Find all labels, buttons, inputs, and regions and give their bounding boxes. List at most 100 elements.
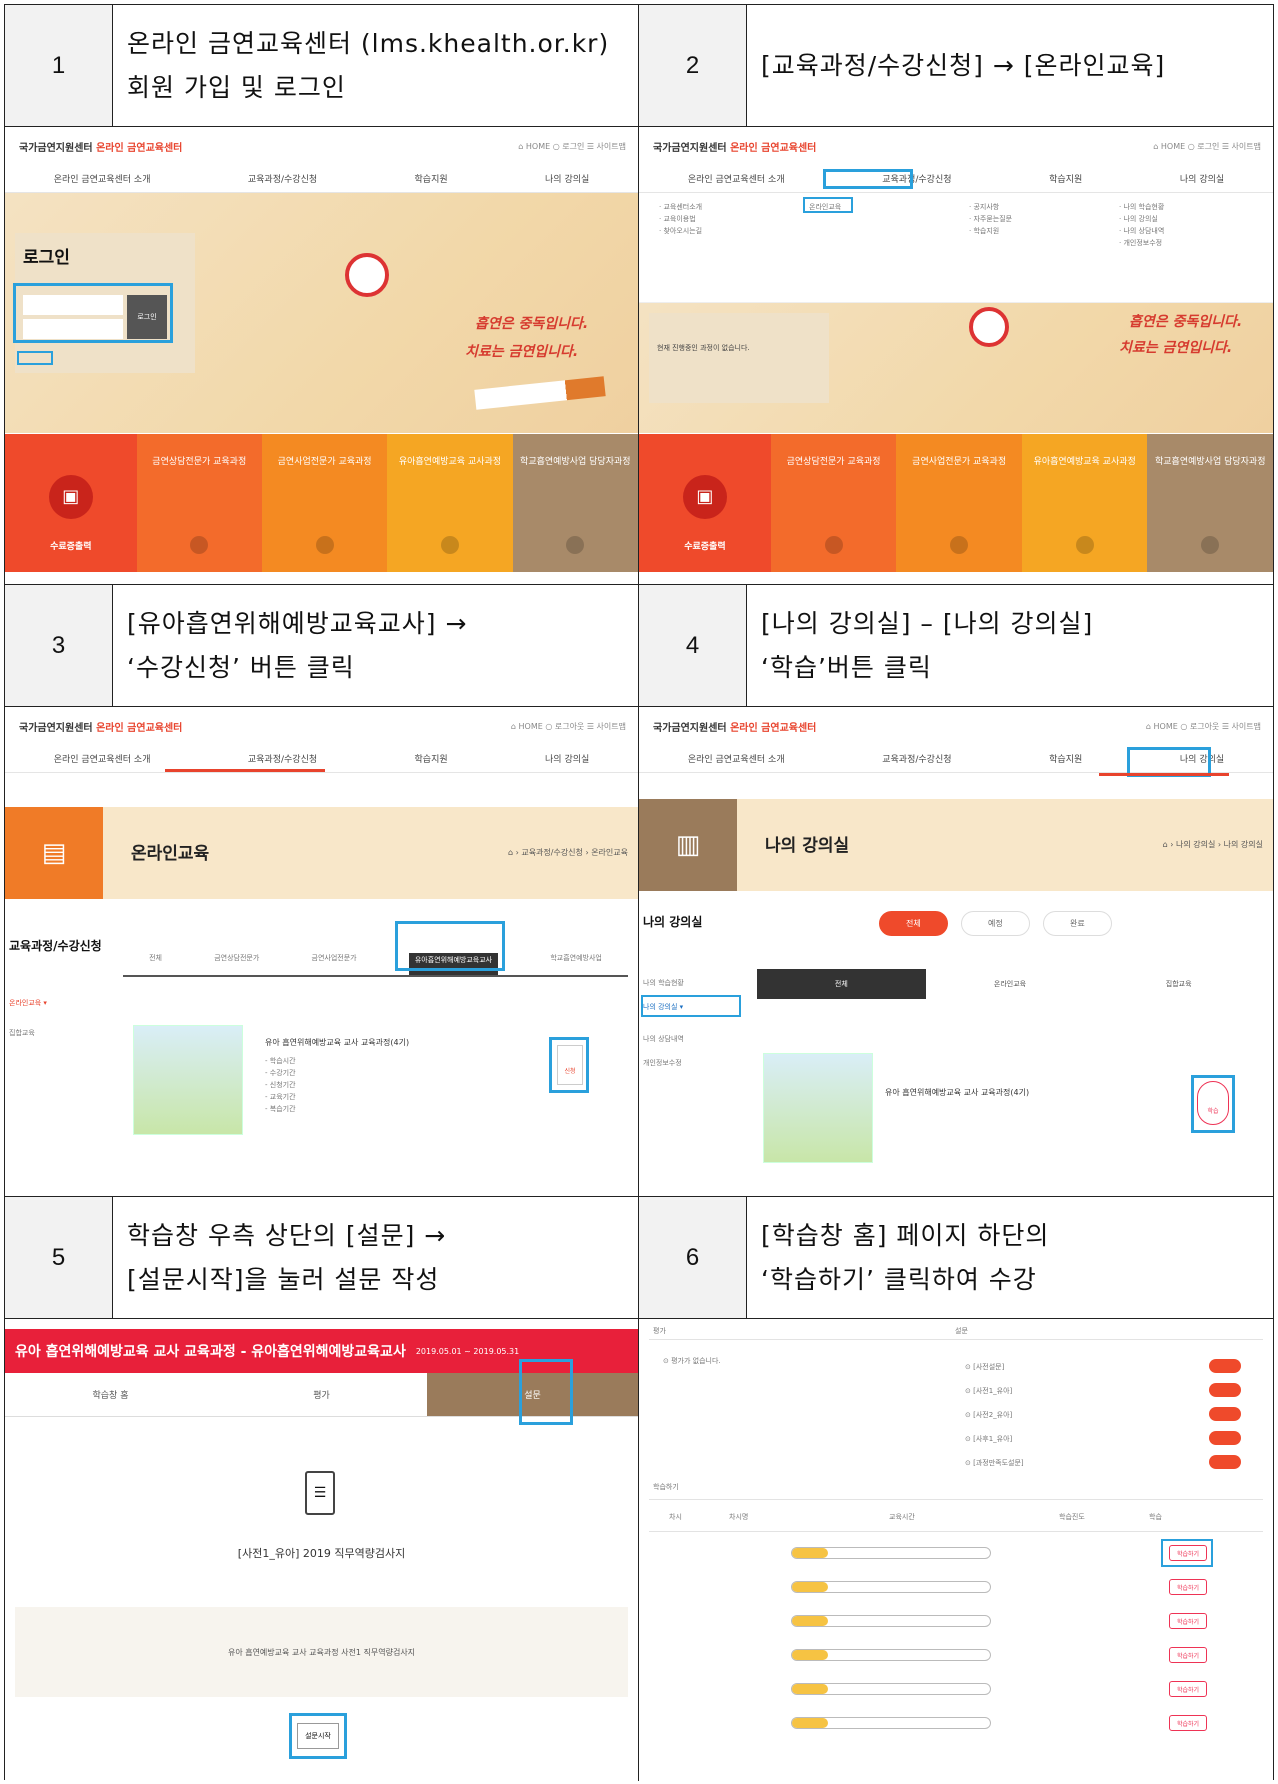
dropdown-menu: · 교육센터소개 · 교육이용법 · 찾아오시는길 온라인교육 · 공지사항 · 자주… (639, 193, 1273, 303)
nav-item[interactable]: 온라인 금연교육센터 소개 (688, 172, 785, 185)
page-title: 온라인교육 (131, 844, 210, 864)
highlight-box (17, 351, 53, 365)
highlight-box (641, 995, 741, 1017)
document-icon: ▤ (5, 807, 103, 899)
step-text-line1: 학습창 우측 상단의 [설문] → (127, 1220, 447, 1250)
category-tabs: 전체 금연상담전문가 금연사업전문가 유아흡연위해예방교육교사 학교흡연예방사업 (123, 953, 628, 977)
page-title: 나의 강의실 (765, 836, 850, 856)
step-text-line2: ‘수강신청’ 버튼 클릭 (127, 652, 355, 682)
screenshot-step-2: 국가금연지원센터 온라인 금연교육센터 ⌂ HOME ○ 로그인 ☰ 사이트맵 … (639, 127, 1273, 584)
screenshot-row-3: 유아 흡연위해예방교육 교사 교육과정 - 유아흡연위해예방교육교사 2019.… (5, 1319, 1273, 1781)
course-tile[interactable]: 금연상담전문가 교육과정 (770, 434, 897, 572)
page-title-bar: ▥ 나의 강의실 ⌂ › 나의 강의실 › 나의 강의실 (639, 799, 1273, 891)
room-tabs: 전체 온라인교육 집합교육 (757, 969, 1263, 999)
site-logo: 국가금연지원센터 온라인 금연교육센터 (653, 722, 817, 734)
tab-home[interactable]: 학습창 홈 (5, 1373, 216, 1416)
slogan: 흡연은 중독입니다. (475, 316, 589, 332)
screenshot-step-4: 국가금연지원센터 온라인 금연교육센터 ⌂ HOME ○ 로그아웃 ☰ 사이트맵… (639, 707, 1273, 1196)
learn-button[interactable]: 학습하기 (1169, 1579, 1207, 1595)
highlight-box (13, 283, 173, 343)
screenshot-step-5: 유아 흡연위해예방교육 교사 교육과정 - 유아흡연위해예방교육교사 2019.… (5, 1319, 639, 1781)
nav-item[interactable]: 학습지원 (1049, 172, 1082, 185)
step-text-line2: ‘학습’버튼 클릭 (761, 652, 932, 682)
course-tile[interactable]: 금연상담전문가 교육과정 (136, 434, 262, 572)
login-title: 로그인 (23, 248, 70, 268)
clipboard-icon: ☰ (305, 1471, 335, 1515)
learn-button[interactable]: 학습하기 (1169, 1613, 1207, 1629)
certificate-tile[interactable]: ▣ 수료증출력 (5, 434, 137, 572)
nav-item[interactable]: 나의 강의실 (545, 172, 589, 185)
course-tile[interactable]: 유아흡연예방교육 교사과정 (1021, 434, 1148, 572)
step-text-line2: ‘학습하기’ 클릭하여 수강 (761, 1264, 1037, 1294)
course-tile[interactable]: 금연사업전문가 교육과정 (261, 434, 388, 572)
tab-evaluation[interactable]: 평가 (216, 1373, 427, 1416)
course-dates: 2019.05.01 ~ 2019.05.31 (415, 1346, 520, 1356)
screenshot-step-6: 평가 설문 ⊙ 평가가 없습니다. ⊙ [사전설문] ⊙ [사전1_유아] ⊙ [사… (639, 1319, 1273, 1781)
course-tile[interactable]: 금연사업전문가 교육과정 (896, 434, 1022, 572)
screenshot-step-3: 국가금연지원센터 온라인 금연교육센터 ⌂ HOME ○ 로그아웃 ☰ 사이트맵… (5, 707, 639, 1196)
step-number: 1 (5, 5, 113, 126)
highlight-box (823, 169, 913, 189)
slogan: 치료는 금연입니다. (465, 344, 579, 360)
step-text-line1: [학습창 홈] 페이지 하단의 (761, 1220, 1050, 1250)
apply-button[interactable]: 신청 (557, 1045, 583, 1085)
nav-item[interactable]: 학습지원 (1049, 752, 1082, 765)
course-thumbnail (763, 1053, 873, 1163)
step-5-header: 5 학습창 우측 상단의 [설문] → [설문시작]을 눌러 설문 작성 (5, 1197, 639, 1318)
step-3-header: 3 [유아흡연위해예방교육교사] → ‘수강신청’ 버튼 클릭 (5, 585, 639, 706)
step-number: 4 (639, 585, 747, 706)
main-banner: 현재 진행중인 과정이 없습니다. 흡연은 중독입니다. 치료는 금연입니다. (639, 303, 1273, 433)
course-title: 유아 흡연위해예방교육 교사 교육과정(4기) (265, 1038, 410, 1047)
screenshot-row-2: 국가금연지원센터 온라인 금연교육센터 ⌂ HOME ○ 로그아웃 ☰ 사이트맵… (5, 707, 1273, 1197)
nav-item[interactable]: 교육과정/수강신청 (882, 752, 951, 765)
survey-description: 유아 흡연예방교육 교사 교육과정 사전1 직무역량검사지 (15, 1607, 628, 1697)
course-title: 유아 흡연위해예방교육 교사 교육과정(4기) (885, 1088, 1030, 1097)
nav-item[interactable]: 온라인 금연교육센터 소개 (54, 752, 151, 765)
slogan: 치료는 금연입니다. (1119, 340, 1233, 356)
step-6-header: 6 [학습창 홈] 페이지 하단의 ‘학습하기’ 클릭하여 수강 (639, 1197, 1273, 1318)
learn-button[interactable]: 학습하기 (1169, 1681, 1207, 1697)
side-menu-title: 교육과정/수강신청 (9, 939, 102, 953)
nav-item[interactable]: 학습지원 (415, 752, 448, 765)
site-nav: 온라인 금연교육센터 소개 교육과정/수강신청 학습지원 나의 강의실 (5, 165, 638, 193)
no-smoking-icon (969, 307, 1009, 347)
step-number: 2 (639, 5, 747, 126)
slogan: 흡연은 중독입니다. (1129, 314, 1243, 330)
learn-button[interactable]: 학습하기 (1169, 1715, 1207, 1731)
certificate-icon: ▣ (48, 474, 93, 519)
step-text-line2: [설문시작]을 눌러 설문 작성 (127, 1264, 440, 1294)
course-tile[interactable]: 학교흡연예방사업 담당자과정 (512, 434, 638, 572)
certificate-tile[interactable]: ▣ 수료증출력 (639, 434, 771, 572)
nav-item[interactable]: 나의 강의실 (1180, 172, 1224, 185)
study-button[interactable]: 학습 (1197, 1081, 1229, 1125)
nav-item[interactable]: 온라인 금연교육센터 소개 (688, 752, 785, 765)
chart-icon: ▥ (639, 799, 737, 891)
survey-title: [사전1_유아] 2019 직무역량검사지 (237, 1547, 406, 1560)
nav-item[interactable]: 나의 강의실 (545, 752, 589, 765)
site-nav: 온라인 금연교육센터 소개 교육과정/수강신청 학습지원 나의 강의실 (639, 165, 1273, 193)
step-text-line1: [교육과정/수강신청] → [온라인교육] (761, 50, 1166, 80)
course-tile[interactable]: 학교흡연예방사업 담당자과정 (1147, 434, 1273, 572)
side-menu-title: 나의 강의실 (643, 915, 703, 929)
learn-button[interactable]: 학습하기 (1169, 1545, 1207, 1561)
cigarette-illustration (474, 376, 606, 410)
step-text-line2: 회원 가입 및 로그인 (127, 72, 346, 102)
nav-item[interactable]: 교육과정/수강신청 (248, 752, 317, 765)
step-row-5-6: 5 학습창 우측 상단의 [설문] → [설문시작]을 눌러 설문 작성 6 [… (5, 1197, 1273, 1319)
nav-item[interactable]: 온라인 금연교육센터 소개 (54, 172, 151, 185)
site-logo: 국가금연지원센터 온라인 금연교육센터 (653, 142, 817, 154)
learn-button[interactable]: 학습하기 (1169, 1647, 1207, 1663)
course-thumbnail (133, 1025, 243, 1135)
instruction-table: 1 온라인 금연교육센터 (lms.khealth.or.kr) 회원 가입 및… (4, 4, 1274, 1781)
survey-start-button[interactable]: 설문시작 (297, 1723, 339, 1749)
screenshot-step-1: 국가금연지원센터 온라인 금연교육센터 ⌂ HOME ○ 로그인 ☰ 사이트맵 … (5, 127, 639, 584)
nav-item[interactable]: 학습지원 (415, 172, 448, 185)
course-tile[interactable]: 유아흡연예방교육 교사과정 (387, 434, 513, 572)
step-number: 5 (5, 1197, 113, 1318)
nav-item[interactable]: 교육과정/수강신청 (248, 172, 317, 185)
main-banner: 로그인 로그인 흡연은 중독입니다. 치료는 금연입니다. (5, 193, 638, 433)
highlight-box (519, 1359, 573, 1425)
page-title-bar: ▤ 온라인교육 ⌂ › 교육과정/수강신청 › 온라인교육 (5, 807, 638, 899)
no-smoking-icon (345, 253, 389, 297)
screenshot-row-1: 국가금연지원센터 온라인 금연교육센터 ⌂ HOME ○ 로그인 ☰ 사이트맵 … (5, 127, 1273, 585)
